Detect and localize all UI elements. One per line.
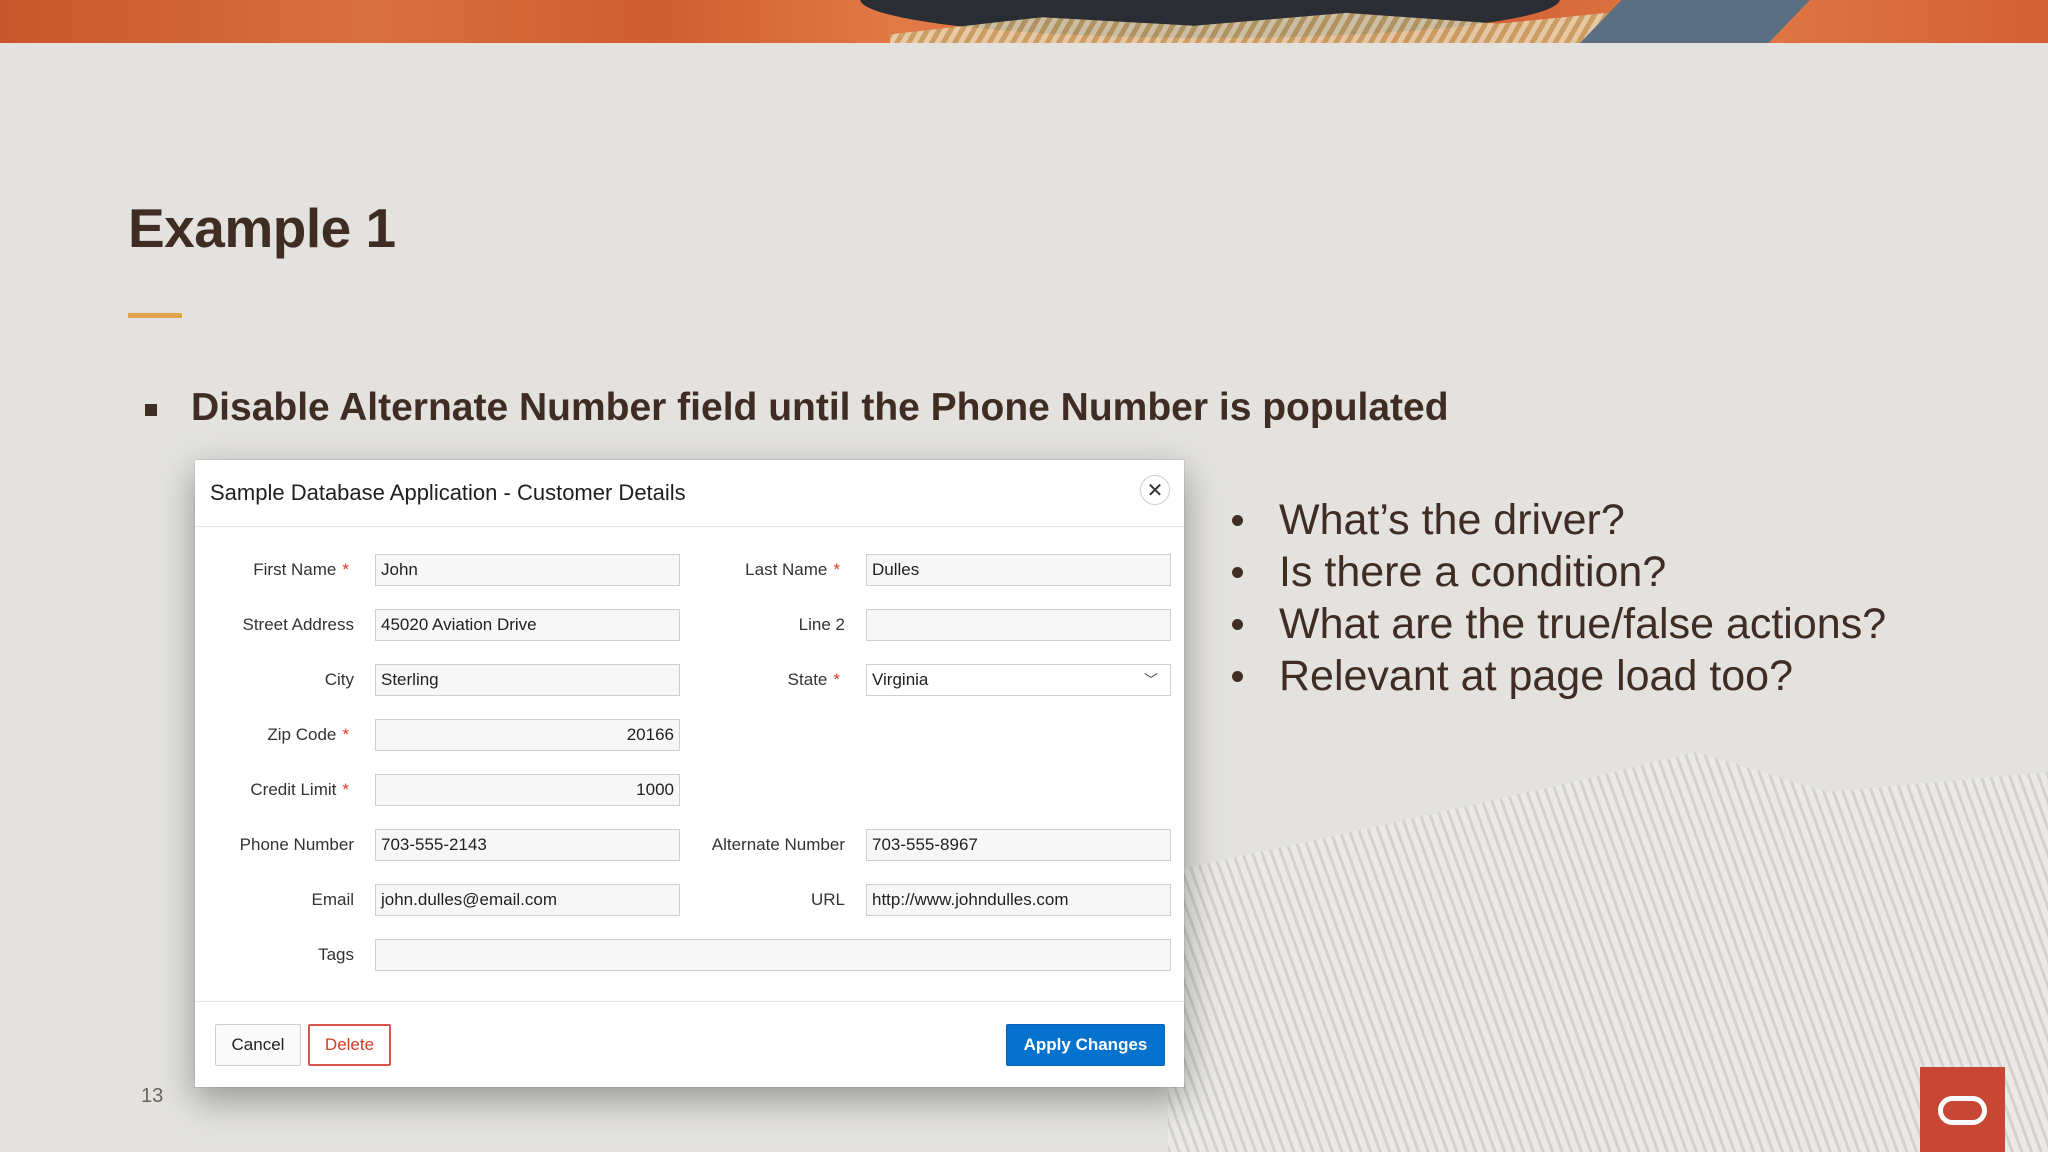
required-marker: * [833, 670, 840, 689]
street-address-label: Street Address [242, 615, 354, 634]
chevron-down-icon: ﹀ [1144, 672, 1158, 688]
cancel-button[interactable]: Cancel [215, 1024, 301, 1066]
question-text: What’s the driver? [1279, 495, 1625, 544]
required-marker: * [342, 725, 349, 744]
question-text: What are the true/false actions? [1279, 599, 1887, 648]
zip-code-field[interactable]: 20166 [375, 719, 680, 751]
required-marker: * [342, 560, 349, 579]
apply-changes-button[interactable]: Apply Changes [1006, 1024, 1165, 1066]
main-bullet: Disable Alternate Number field until the… [145, 386, 1449, 430]
zip-code-label: Zip Code * [267, 725, 349, 744]
phone-number-label: Phone Number [239, 835, 354, 854]
tags-label: Tags [318, 945, 354, 964]
first-name-field[interactable]: John [375, 554, 680, 586]
customer-details-dialog: Sample Database Application - Customer D… [195, 460, 1184, 1087]
street-address-field[interactable]: 45020 Aviation Drive [375, 609, 680, 641]
alternate-number-field[interactable]: 703-555-8967 [866, 829, 1171, 861]
email-field[interactable]: john.dulles@email.com [375, 884, 680, 916]
delete-button[interactable]: Delete [308, 1024, 391, 1066]
required-marker: * [342, 780, 349, 799]
question-item: Relevant at page load too? [1232, 650, 1886, 702]
tags-field[interactable] [375, 939, 1171, 971]
title-accent-rule [128, 313, 182, 318]
url-field[interactable]: http://www.johndulles.com [866, 884, 1171, 916]
bullet-dot-icon [1232, 566, 1243, 578]
first-name-label: First Name * [253, 560, 349, 579]
url-label: URL [810, 890, 845, 909]
close-icon: ✕ [1146, 479, 1164, 502]
bullet-dot-icon [1232, 618, 1243, 630]
slide-title: Example 1 [128, 197, 396, 259]
main-bullet-text: Disable Alternate Number field until the… [191, 386, 1449, 429]
oracle-logo [1920, 1067, 2005, 1152]
question-item: Is there a condition? [1232, 546, 1886, 598]
close-button[interactable]: ✕ [1140, 475, 1170, 505]
line2-field[interactable] [866, 609, 1171, 641]
question-list: What’s the driver? Is there a condition?… [1232, 494, 1886, 702]
credit-limit-label: Credit Limit * [250, 780, 349, 799]
square-bullet-icon [145, 404, 157, 416]
banner-blue-shape [1580, 0, 1810, 43]
dialog-footer: Cancel Delete Apply Changes [195, 1001, 1184, 1088]
required-marker: * [833, 560, 840, 579]
credit-limit-field[interactable]: 1000 [375, 774, 680, 806]
last-name-label: Last Name * [745, 560, 840, 579]
bullet-dot-icon [1232, 670, 1243, 682]
state-label: State * [787, 670, 840, 689]
city-label: City [324, 670, 354, 689]
background-texture [1168, 752, 2048, 1152]
question-text: Is there a condition? [1279, 547, 1667, 596]
oracle-ring-icon [1938, 1096, 1987, 1125]
last-name-field[interactable]: Dulles [866, 554, 1171, 586]
dialog-title: Sample Database Application - Customer D… [210, 480, 686, 505]
city-field[interactable]: Sterling [375, 664, 680, 696]
alternate-number-label: Alternate Number [711, 835, 845, 854]
top-decorative-banner [0, 0, 2048, 43]
dialog-header: Sample Database Application - Customer D… [195, 460, 1184, 527]
state-value: Virginia [872, 670, 929, 689]
bullet-dot-icon [1232, 514, 1243, 526]
phone-number-field[interactable]: 703-555-2143 [375, 829, 680, 861]
question-item: What’s the driver? [1232, 494, 1886, 546]
email-label: Email [311, 890, 354, 909]
state-select[interactable]: Virginia ﹀ [866, 664, 1171, 696]
question-text: Relevant at page load too? [1279, 651, 1794, 700]
question-item: What are the true/false actions? [1232, 598, 1886, 650]
line2-label: Line 2 [798, 615, 845, 634]
page-number: 13 [141, 1085, 164, 1107]
